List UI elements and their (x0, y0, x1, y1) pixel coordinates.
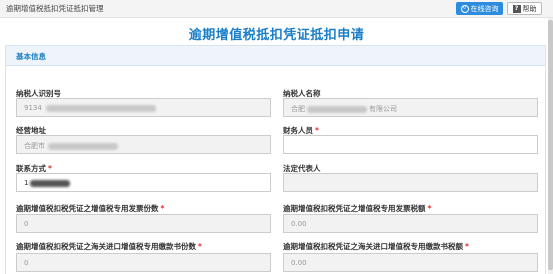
finance-staff-field[interactable] (283, 135, 538, 154)
page-title: 逾期增值税抵扣凭证抵扣申请 (188, 28, 365, 43)
redacted-text (48, 142, 118, 150)
section-title: 基本信息 (16, 52, 46, 61)
customs-count-field[interactable]: 0 (16, 253, 271, 272)
redacted-text (45, 104, 156, 112)
scrollbar-thumb[interactable] (548, 20, 553, 270)
customs-count-label: 逾期增值税扣税凭证之海关进口增值税专用缴款书份数 * (16, 242, 202, 251)
help-button[interactable]: ? 帮助 (507, 2, 542, 15)
customs-tax-field[interactable]: 0.00 (283, 253, 538, 272)
online-service-label: 在线咨询 (470, 4, 499, 13)
redacted-text (307, 105, 367, 113)
redacted-text (30, 179, 71, 187)
help-label: 帮助 (522, 4, 537, 13)
section-header: 基本信息 (6, 46, 545, 66)
online-service-button[interactable]: ↻ 在线咨询 (456, 2, 503, 15)
address-field[interactable]: 合肥市 (16, 135, 271, 154)
question-icon: ? (512, 4, 521, 13)
taxpayer-name-field[interactable]: 合肥 有限公司 (283, 98, 538, 117)
legal-rep-field[interactable] (283, 173, 538, 192)
basic-info-section: 基本信息 (5, 45, 546, 274)
window-title: 逾期增值税抵扣凭证抵扣管理 (6, 4, 104, 13)
window-titlebar: 逾期增值税抵扣凭证抵扣管理 ↻ 在线咨询 ? 帮助 (0, 0, 553, 18)
invoice-tax-field[interactable]: 0.00 (283, 214, 538, 233)
invoice-tax-label: 逾期增值税扣税凭证之增值税专用发票税额 * (283, 204, 432, 213)
vertical-scrollbar[interactable] (548, 18, 553, 274)
taxpayer-id-field[interactable]: 9134 (16, 98, 271, 117)
customs-tax-label: 逾期增值税扣税凭证之海关进口增值税专用缴款书税额 * (283, 242, 469, 251)
invoice-count-field[interactable]: 0 (16, 214, 271, 233)
invoice-count-label: 逾期增值税扣税凭证之增值税专用发票份数 * (16, 204, 165, 213)
refresh-circle-icon: ↻ (460, 4, 469, 13)
contact-field[interactable]: 1 (16, 173, 271, 192)
